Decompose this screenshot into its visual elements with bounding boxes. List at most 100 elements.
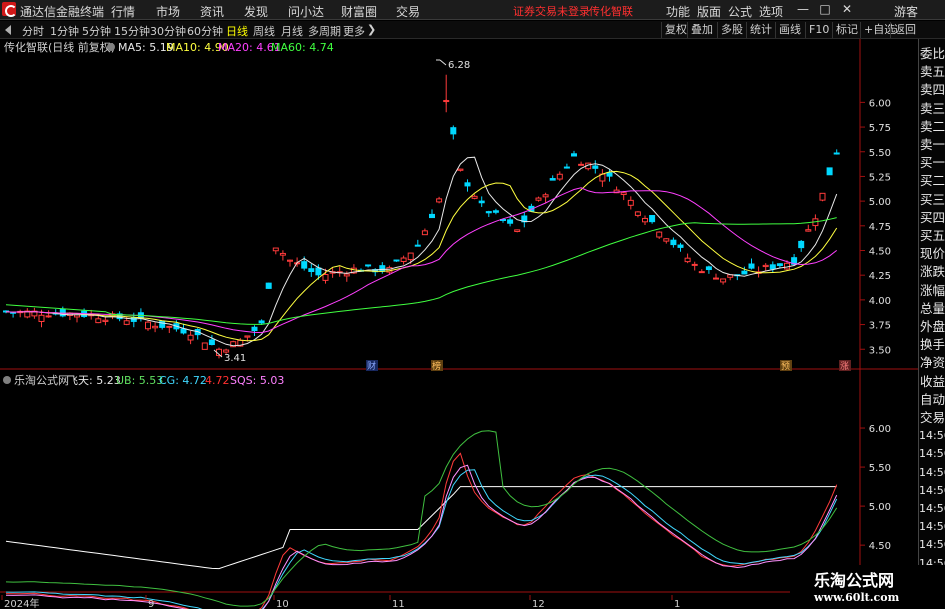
menu-item-function[interactable]: 功能 <box>666 3 690 20</box>
event-marker-rank[interactable]: 榜 <box>431 360 443 372</box>
side-panel-item[interactable]: 14:56 <box>919 466 945 480</box>
indicator-settings-icon[interactable] <box>107 43 115 51</box>
close-icon[interactable]: ✕ <box>840 2 854 16</box>
menu-item-options[interactable]: 选项 <box>759 3 783 20</box>
side-panel-item[interactable]: 卖一 <box>920 138 945 152</box>
toolbar-f10[interactable]: F10 <box>805 22 832 38</box>
event-marker-forecast[interactable]: 预 <box>780 360 792 372</box>
menu-item-market[interactable]: 市场 <box>156 3 180 20</box>
chevron-right-icon[interactable]: ❯ <box>367 23 376 36</box>
prev-arrow-icon[interactable] <box>5 25 11 35</box>
chart-area[interactable]: 传化智联(日线 前复权) MA5: 5.19 MA10: 4.90 MA20: … <box>0 39 918 609</box>
guest-user[interactable]: 游客 <box>894 3 918 20</box>
period-weekly[interactable]: 周线 <box>253 23 275 39</box>
side-panel-item[interactable]: 卖五 <box>920 65 945 79</box>
toolbar-draw-line[interactable]: 画线 <box>775 22 804 38</box>
candle-body <box>130 317 137 322</box>
period-multi[interactable]: 多周期 <box>308 23 341 39</box>
period-15min[interactable]: 15分钟 <box>114 23 150 39</box>
toolbar-back[interactable]: 返回 <box>890 22 919 38</box>
x-axis: 2024年 9 10 11 12 1 <box>1 595 680 609</box>
sub-chart-title: 乐淘公式网 <box>14 374 69 387</box>
candle-body <box>180 328 187 334</box>
minimize-icon[interactable]: — <box>796 2 810 16</box>
sub-indicator-settings-icon[interactable] <box>3 376 11 384</box>
side-panel-item[interactable]: 14:56 <box>919 429 945 443</box>
ma60-label: MA60: 4.74 <box>271 41 334 54</box>
menu-item-formula[interactable]: 公式 <box>728 3 752 20</box>
side-panel-item[interactable]: 交易 <box>920 411 945 425</box>
candle-body <box>258 320 265 324</box>
side-panel-item[interactable]: 卖二 <box>920 119 945 134</box>
side-panel-item[interactable]: 14:56 <box>919 520 945 534</box>
side-panel-item[interactable]: 卖三 <box>920 101 945 116</box>
period-30min[interactable]: 30分钟 <box>150 23 186 39</box>
candle-body <box>713 277 719 280</box>
period-timeshare[interactable]: 分时 <box>22 23 44 39</box>
x-tick-label: 10 <box>276 599 289 609</box>
side-panel-item[interactable]: 涨幅 <box>920 283 945 298</box>
period-5min[interactable]: 5分钟 <box>82 23 111 39</box>
event-marker-finance[interactable]: 财 <box>366 360 378 372</box>
menu-item-trade[interactable]: 交易 <box>396 3 420 20</box>
feitian-line <box>5 486 837 570</box>
feitian-label: 飞天: 5.23 <box>67 374 121 387</box>
side-panel-item[interactable]: 买一 <box>920 156 945 170</box>
side-panel-item[interactable]: 净资 <box>920 356 945 370</box>
candle-body <box>826 167 833 176</box>
menu-item-news[interactable]: 资讯 <box>200 3 224 20</box>
maximize-icon[interactable]: □ <box>818 2 832 16</box>
candle-body <box>542 194 549 198</box>
side-panel-item[interactable]: 涨跌 <box>920 265 945 279</box>
candle-body <box>769 264 776 270</box>
candle-body <box>393 259 400 262</box>
side-panel-item[interactable]: 14:56 <box>919 502 945 516</box>
toolbar-restore-rights[interactable]: 复权 <box>661 22 690 38</box>
side-panel-item[interactable]: 现价 <box>920 247 945 261</box>
menu-item-layout[interactable]: 版面 <box>697 3 721 20</box>
candle-body <box>492 210 499 213</box>
side-panel-item[interactable]: 买二 <box>920 174 945 188</box>
side-panel-item[interactable]: 委比 <box>920 47 945 61</box>
candle-body <box>535 197 542 201</box>
toolbar-overlay[interactable]: 叠加 <box>687 22 716 38</box>
candle-body <box>287 259 293 262</box>
period-monthly[interactable]: 月线 <box>281 23 303 39</box>
menu-item-ask[interactable]: 问小达 <box>288 3 324 20</box>
y-tick-label: 4.25 <box>869 271 891 282</box>
side-panel-item[interactable]: 买三 <box>920 192 945 207</box>
menu-item-wealth[interactable]: 财富圈 <box>341 3 377 20</box>
login-status[interactable]: 证券交易未登录 <box>513 3 590 19</box>
side-panel-item[interactable]: 总量 <box>920 301 945 316</box>
quote-side-panel: 委比卖五卖四卖三卖二卖一买一买二买三买四买五现价涨跌涨幅总量外盘换手净资收益自动… <box>918 39 945 609</box>
candle-body <box>414 244 421 247</box>
period-daily[interactable]: 日线 <box>226 23 248 39</box>
menu-item-market-quotes[interactable]: 行情 <box>111 3 135 20</box>
side-panel-item[interactable]: 外盘 <box>920 320 945 334</box>
side-panel-item[interactable]: 买四 <box>920 210 945 225</box>
side-panel-item[interactable]: 换手 <box>920 338 945 352</box>
side-panel-item[interactable]: 卖四 <box>920 83 945 97</box>
watermark: 乐淘公式网 www.60lt.com <box>790 565 945 609</box>
candle-body <box>571 153 577 157</box>
side-panel-item[interactable]: 14:56 <box>919 447 945 461</box>
candle-body <box>457 168 464 171</box>
toolbar-mark[interactable]: 标记 <box>832 22 861 38</box>
main-chart-title: 传化智联(日线 前复权) <box>4 40 115 54</box>
side-panel-item[interactable]: 14:56 <box>919 538 945 552</box>
side-panel-item[interactable]: 买五 <box>920 229 945 243</box>
candle-body <box>620 192 627 195</box>
toolbar-statistics[interactable]: 统计 <box>746 22 775 38</box>
side-panel-item[interactable]: 14:56 <box>919 484 945 498</box>
side-panel-item[interactable]: 收益 <box>920 374 945 389</box>
side-panel-item[interactable]: 自动 <box>920 392 945 407</box>
period-1min[interactable]: 1分钟 <box>50 23 79 39</box>
period-60min[interactable]: 60分钟 <box>187 23 223 39</box>
toolbar-multi-stock[interactable]: 多股 <box>717 22 746 38</box>
menu-item-discover[interactable]: 发现 <box>244 3 268 20</box>
watermark-url: www.60lt.com <box>814 591 900 604</box>
candle-body <box>251 326 258 332</box>
period-more[interactable]: 更多 <box>343 23 365 39</box>
y-tick-label: 5.00 <box>869 197 891 208</box>
event-marker-limit-up[interactable]: 涨 <box>839 360 851 372</box>
